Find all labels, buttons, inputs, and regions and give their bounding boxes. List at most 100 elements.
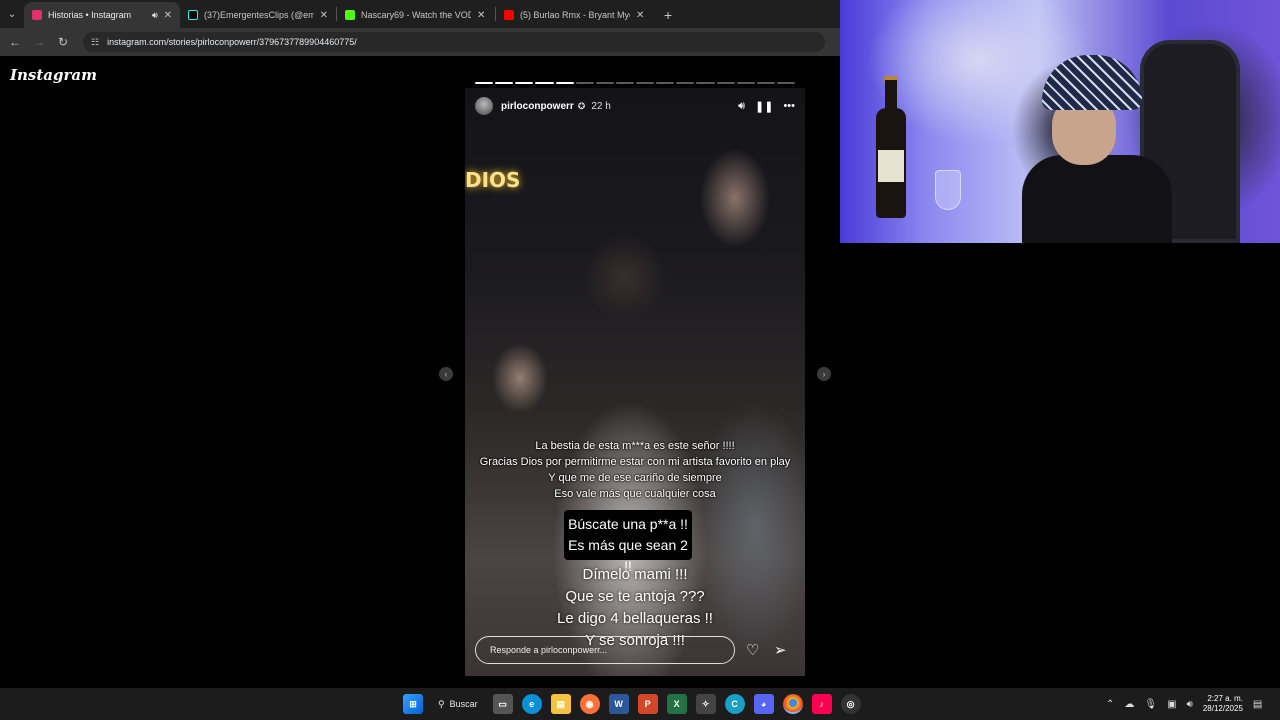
- send-icon[interactable]: ➢: [774, 641, 787, 659]
- close-tab-icon[interactable]: ✕: [477, 10, 485, 21]
- copilot-icon[interactable]: C: [724, 694, 745, 714]
- reply-placeholder: Responde a pirloconpowerr...: [490, 645, 608, 655]
- speaker-icon[interactable]: 🔊︎: [152, 10, 158, 21]
- wine-glass: [935, 170, 961, 210]
- tab-bar: ⌄ Historias • Instagram 🔊︎ ✕ (37)Emergen…: [0, 0, 840, 28]
- tab-burlao-rmx[interactable]: (5) Burlao Rmx - Bryant Myers ✕: [496, 2, 654, 28]
- search-icon: ⚲: [438, 698, 445, 709]
- tab-search-chevron-icon[interactable]: ⌄: [0, 0, 24, 28]
- progress-segment: [575, 82, 594, 84]
- pause-icon[interactable]: ❚❚: [755, 100, 773, 113]
- close-tab-icon[interactable]: ✕: [164, 10, 172, 21]
- settings-icon[interactable]: ✧: [695, 694, 716, 714]
- forward-arrow-icon[interactable]: →: [27, 35, 51, 49]
- new-tab-button[interactable]: +: [654, 2, 682, 28]
- close-tab-icon[interactable]: ✕: [636, 10, 644, 21]
- task-view-icon[interactable]: ▭: [492, 694, 513, 714]
- reload-icon[interactable]: ↻: [51, 35, 75, 49]
- search-label: Buscar: [449, 699, 478, 709]
- discord-icon[interactable]: ◕: [753, 694, 774, 714]
- back-arrow-icon[interactable]: ←: [3, 35, 27, 49]
- progress-segment: [475, 82, 494, 84]
- caption-line: La bestia de esta m***a es este señor !!…: [535, 440, 735, 452]
- story-header: pirloconpowerr ✪ 22 h 🔊︎ ❚❚ •••: [475, 96, 795, 116]
- tab-title: Historias • Instagram: [48, 10, 132, 20]
- screen: ⌄ Historias • Instagram 🔊︎ ✕ (37)Emergen…: [0, 0, 1280, 720]
- next-story-chevron-icon[interactable]: ›: [817, 367, 831, 381]
- story-username[interactable]: pirloconpowerr: [501, 101, 574, 112]
- streamer: [1022, 55, 1172, 243]
- progress-segment: [535, 82, 554, 84]
- previous-story-chevron-icon[interactable]: ‹: [439, 367, 453, 381]
- progress-segment: [676, 82, 695, 84]
- close-tab-icon[interactable]: ✕: [320, 10, 328, 21]
- tab-title: Nascary69 - Watch the VOD on: [361, 10, 471, 20]
- caption-line: Eso vale más que cualquier cosa: [554, 488, 716, 500]
- kick-favicon-icon: [345, 10, 355, 20]
- microphone-icon[interactable]: 🎙︎: [1144, 699, 1157, 710]
- clock-time: 2:27 a. m.: [1207, 694, 1243, 703]
- progress-segment: [696, 82, 715, 84]
- bottle-label: [878, 150, 904, 182]
- progress-segment: [716, 82, 735, 84]
- more-options-icon[interactable]: •••: [783, 100, 795, 112]
- word-icon[interactable]: W: [608, 694, 629, 714]
- excel-icon[interactable]: X: [666, 694, 687, 714]
- clock-date: 28/12/2025: [1202, 704, 1243, 713]
- lyric-line: Dímelo mami !!!: [582, 566, 688, 583]
- webcam-overlay: [840, 0, 1280, 243]
- instagram-logo[interactable]: Instagram: [10, 66, 97, 84]
- progress-segment: [595, 82, 614, 84]
- neon-sign-text: DIOS: [465, 168, 521, 192]
- progress-segment: [515, 82, 534, 84]
- tab-nascary69[interactable]: Nascary69 - Watch the VOD on ✕: [337, 2, 495, 28]
- tab-emergentesclips[interactable]: (37)EmergentesClips (@emerge ✕: [180, 2, 336, 28]
- system-tray: ⌃ ☁ 🎙︎ ▣ 🔊︎ 2:27 a. m. 28/12/2025 ▤: [1106, 688, 1262, 720]
- taskbar-search[interactable]: ⚲ Buscar: [432, 694, 484, 714]
- instagram-page: Instagram DIOS pirloconpowerr ✪ 22 h 🔊︎ …: [0, 56, 840, 688]
- caption-line: Y que me de ese cariño de siempre: [548, 472, 722, 484]
- address-bar[interactable]: ☷ instagram.com/stories/pirloconpowerr/3…: [83, 32, 825, 52]
- url-text: instagram.com/stories/pirloconpowerr/379…: [107, 37, 357, 47]
- progress-segment: [736, 82, 755, 84]
- lyric-line: Que se te antoja ???: [565, 588, 705, 605]
- taskbar-apps: ⊞ ⚲ Buscar ▭ e ▤ ◉ W P X ✧ C ◕ ♪ ◎: [403, 688, 861, 720]
- caption-line: Gracias Dios por permitirme estar con mi…: [479, 456, 791, 468]
- edge-icon[interactable]: e: [521, 694, 542, 714]
- clock[interactable]: 2:27 a. m. 28/12/2025: [1203, 694, 1243, 714]
- volume-icon[interactable]: 🔊︎: [1187, 699, 1193, 710]
- story-age: 22 h: [591, 100, 611, 112]
- reply-input[interactable]: Responde a pirloconpowerr...: [475, 636, 735, 664]
- progress-segment: [636, 82, 655, 84]
- browser-toolbar: ← → ↻ ☷ instagram.com/stories/pirloconpo…: [0, 28, 840, 56]
- network-icon[interactable]: ▣: [1167, 699, 1176, 710]
- site-info-icon[interactable]: ☷: [91, 37, 99, 48]
- avatar[interactable]: [475, 97, 493, 115]
- cloud-icon[interactable]: ☁: [1124, 699, 1134, 710]
- progress-segment: [656, 82, 675, 84]
- progress-segment: [756, 82, 775, 84]
- story-progress-bar: [475, 82, 795, 84]
- streamer-torso: [1022, 155, 1172, 243]
- windows-start-icon[interactable]: ⊞: [403, 694, 423, 714]
- tiktok-icon[interactable]: ♪: [811, 694, 832, 714]
- instagram-favicon-icon: [32, 10, 42, 20]
- tab-instagram[interactable]: Historias • Instagram 🔊︎ ✕: [24, 2, 180, 28]
- tiktok-favicon-icon: [188, 10, 198, 20]
- tab-title: (37)EmergentesClips (@emerge: [204, 10, 314, 20]
- progress-segment: [555, 82, 574, 84]
- streamer-hat: [1042, 55, 1142, 110]
- chevron-up-icon[interactable]: ⌃: [1106, 699, 1114, 710]
- progress-segment: [615, 82, 634, 84]
- empty-area: [840, 243, 1280, 688]
- like-heart-icon[interactable]: ♡: [746, 641, 759, 659]
- volume-icon[interactable]: 🔊︎: [738, 100, 745, 113]
- chrome-icon[interactable]: [782, 694, 803, 714]
- firefox-icon[interactable]: ◉: [579, 694, 600, 714]
- sticker-line: Búscate una p**a !!: [568, 516, 688, 532]
- obs-icon[interactable]: ◎: [840, 694, 861, 714]
- progress-segment: [776, 82, 795, 84]
- file-explorer-icon[interactable]: ▤: [550, 694, 571, 714]
- powerpoint-icon[interactable]: P: [637, 694, 658, 714]
- notifications-icon[interactable]: ▤: [1253, 699, 1262, 710]
